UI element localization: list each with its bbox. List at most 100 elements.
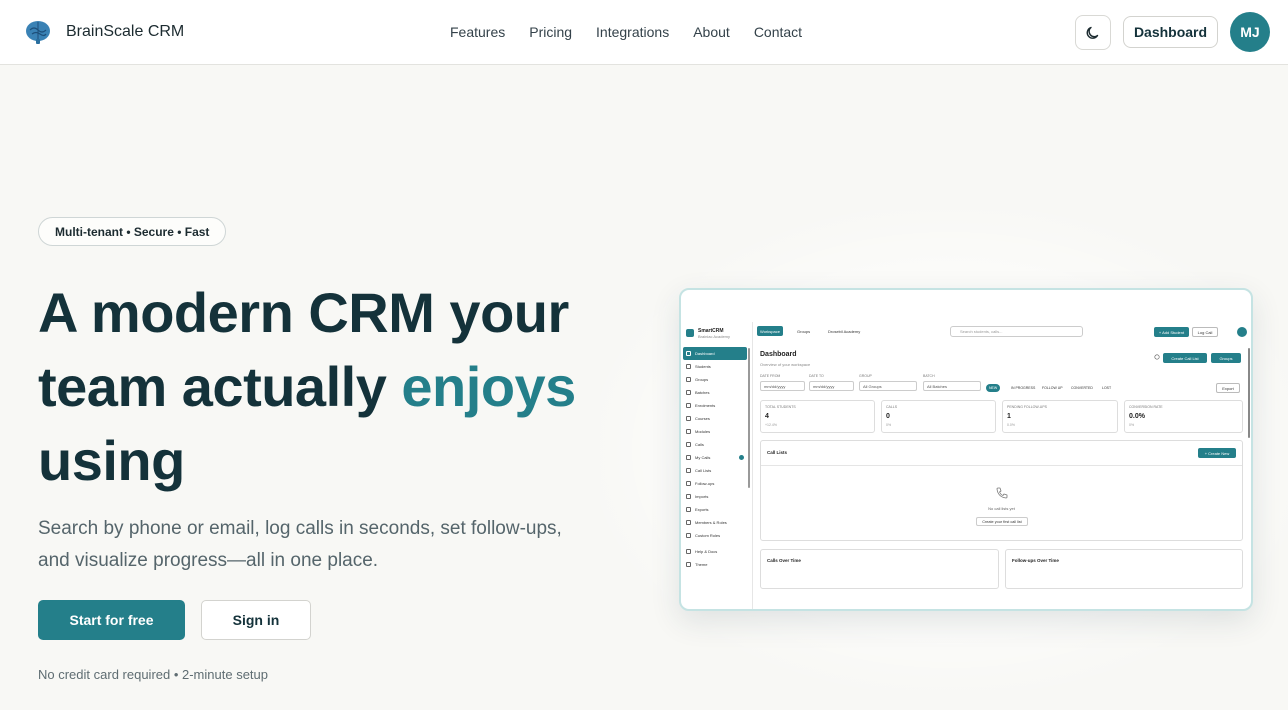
mock-kpi-delta: +12.4% bbox=[765, 423, 777, 427]
mock-search: Search students, calls... bbox=[950, 326, 1083, 337]
mock-nav-icon bbox=[686, 377, 691, 382]
mock-nav-item: Calls bbox=[683, 438, 747, 451]
mock-nav-item: Groups bbox=[683, 373, 747, 386]
mock-nav-item: Help & Docs bbox=[683, 545, 747, 558]
start-free-button[interactable]: Start for free bbox=[38, 600, 185, 640]
mock-nav-icon bbox=[686, 403, 691, 408]
mock-nav-label: Students bbox=[695, 364, 711, 369]
mock-kpi-delta: 0.0% bbox=[1007, 423, 1015, 427]
mock-kpi-value: 0 bbox=[886, 413, 890, 420]
mock-create-new-btn: + Create New bbox=[1198, 448, 1236, 458]
mock-kpi-value: 4 bbox=[765, 413, 769, 420]
mock-kpi-label: TOTAL STUDENTS bbox=[765, 405, 796, 409]
nav-link-about[interactable]: About bbox=[693, 24, 730, 40]
mock-nav-item: Call Lists bbox=[683, 464, 747, 477]
mock-nav-item: Courses bbox=[683, 412, 747, 425]
mock-nav-icon bbox=[686, 416, 691, 421]
nav-link-contact[interactable]: Contact bbox=[754, 24, 802, 40]
headline-part2: using bbox=[38, 429, 185, 492]
mock-nav-item: Modules bbox=[683, 425, 747, 438]
phone-icon bbox=[996, 487, 1008, 499]
mock-refresh-icon bbox=[1154, 354, 1160, 360]
mock-sidebar-scrollbar bbox=[748, 348, 750, 488]
mock-call-lists-title: Call Lists bbox=[767, 450, 788, 455]
mock-kpi-card: TOTAL STUDENTS 4 +12.4% bbox=[760, 400, 875, 433]
mock-nav-label: Enrolments bbox=[695, 403, 716, 408]
mock-kpi-delta: 0% bbox=[1129, 423, 1135, 427]
mock-nav-icon bbox=[686, 442, 691, 447]
mock-nav-icon bbox=[686, 533, 691, 538]
mock-batch-select: All Batches bbox=[923, 381, 981, 391]
mock-nav-item: Theme bbox=[683, 558, 747, 571]
moon-icon bbox=[1086, 26, 1099, 39]
mock-title: Dashboard bbox=[760, 351, 797, 358]
mock-kpi-label: CALLS bbox=[886, 405, 898, 409]
mock-kpi-card: PENDING FOLLOW-UPS 1 0.0% bbox=[1002, 400, 1118, 433]
mock-nav-icon bbox=[686, 494, 691, 499]
mock-date-to-label: DATE TO bbox=[809, 374, 824, 378]
mock-nav-icon bbox=[686, 390, 691, 395]
dashboard-button[interactable]: Dashboard bbox=[1123, 16, 1218, 48]
mock-nav-item: Custom Roles bbox=[683, 529, 747, 542]
mock-kpi-card: CALLS 0 0% bbox=[881, 400, 996, 433]
mock-groups-btn: Groups bbox=[1211, 353, 1241, 363]
mock-group-label: GROUP bbox=[859, 374, 872, 378]
mock-nav-label: Calls bbox=[695, 442, 704, 447]
mock-nav-label: My Calls bbox=[695, 455, 711, 460]
mock-date-from-input: mm/dd/yyyy bbox=[760, 381, 805, 391]
mock-nav-icon bbox=[686, 562, 691, 567]
mock-nav-icon bbox=[686, 549, 691, 554]
mock-kpi-label: PENDING FOLLOW-UPS bbox=[1007, 405, 1047, 409]
mock-export-btn: Export bbox=[1216, 383, 1240, 393]
mock-nav-icon bbox=[686, 429, 691, 434]
mock-nav-label: Groups bbox=[695, 377, 709, 382]
mock-nav-label: Exports bbox=[695, 507, 709, 512]
user-avatar[interactable]: MJ bbox=[1230, 12, 1270, 52]
mock-chip-academy: Drosebil Academy bbox=[828, 328, 861, 334]
sign-in-button[interactable]: Sign in bbox=[201, 600, 311, 640]
mock-nav-label: Follow-ups bbox=[695, 481, 715, 486]
mock-main-scrollbar bbox=[1248, 348, 1250, 438]
mock-nav-icon bbox=[686, 351, 691, 356]
mock-nav-icon bbox=[686, 468, 691, 473]
theme-toggle-button[interactable] bbox=[1075, 15, 1111, 50]
mock-subtitle: Overview of your workspace bbox=[760, 362, 811, 367]
mock-call-lists-panel: Call Lists + Create New No call lists ye… bbox=[760, 440, 1243, 541]
mock-kpi-value: 0.0% bbox=[1129, 413, 1145, 420]
mock-kpi-label: CONVERSION RATE bbox=[1129, 405, 1163, 409]
mock-nav-item: Students bbox=[683, 360, 747, 373]
mock-nav-label: Imports bbox=[695, 494, 709, 499]
mock-nav-item: Members & Roles bbox=[683, 516, 747, 529]
mock-nav-label: Batches bbox=[695, 390, 710, 395]
mock-chart-title: Calls Over Time bbox=[767, 558, 801, 563]
mock-nav-item: Follow-ups bbox=[683, 477, 747, 490]
hero-subtext: Search by phone or email, log calls in s… bbox=[38, 518, 562, 571]
mock-kpi-delta: 0% bbox=[886, 423, 892, 427]
top-navbar: BrainScale CRM Features Pricing Integrat… bbox=[0, 0, 1288, 65]
mock-nav-label: Courses bbox=[695, 416, 710, 421]
mock-nav-item: Dashboard bbox=[683, 347, 747, 360]
mock-calls-chart-card: Calls Over Time bbox=[760, 549, 999, 589]
mock-sidebar-nav: Dashboard Students Groups Batches Enrolm… bbox=[683, 347, 747, 571]
mock-nav-label: Dashboard bbox=[695, 351, 715, 356]
mock-chip-groups: Groups bbox=[797, 328, 811, 334]
mock-nav-icon bbox=[686, 481, 691, 486]
mock-empty-text: No call lists yet bbox=[988, 506, 1015, 511]
mock-nav-icon bbox=[686, 507, 691, 512]
nav-link-features[interactable]: Features bbox=[450, 24, 505, 40]
mock-batch-label: BATCH bbox=[923, 374, 935, 378]
brand[interactable]: BrainScale CRM bbox=[24, 18, 184, 46]
mock-nav-item: Batches bbox=[683, 386, 747, 399]
mock-nav-item: Enrolments bbox=[683, 399, 747, 412]
nav-link-pricing[interactable]: Pricing bbox=[529, 24, 572, 40]
mock-date-from-label: DATE FROM bbox=[760, 374, 781, 378]
nav-link-integrations[interactable]: Integrations bbox=[596, 24, 669, 40]
hero-headline: A modern CRM your team actually enjoys u… bbox=[38, 276, 638, 498]
brain-logo-icon bbox=[26, 21, 50, 44]
mock-nav-item: Exports bbox=[683, 503, 747, 516]
mock-empty-btn: Create your first call list bbox=[976, 517, 1028, 526]
mock-tab-new: NEW bbox=[986, 384, 1001, 392]
mock-nav-icon bbox=[686, 364, 691, 369]
mock-tab-in-progress: IN PROGRESS bbox=[1011, 386, 1036, 390]
mock-nav-icon bbox=[686, 520, 691, 525]
